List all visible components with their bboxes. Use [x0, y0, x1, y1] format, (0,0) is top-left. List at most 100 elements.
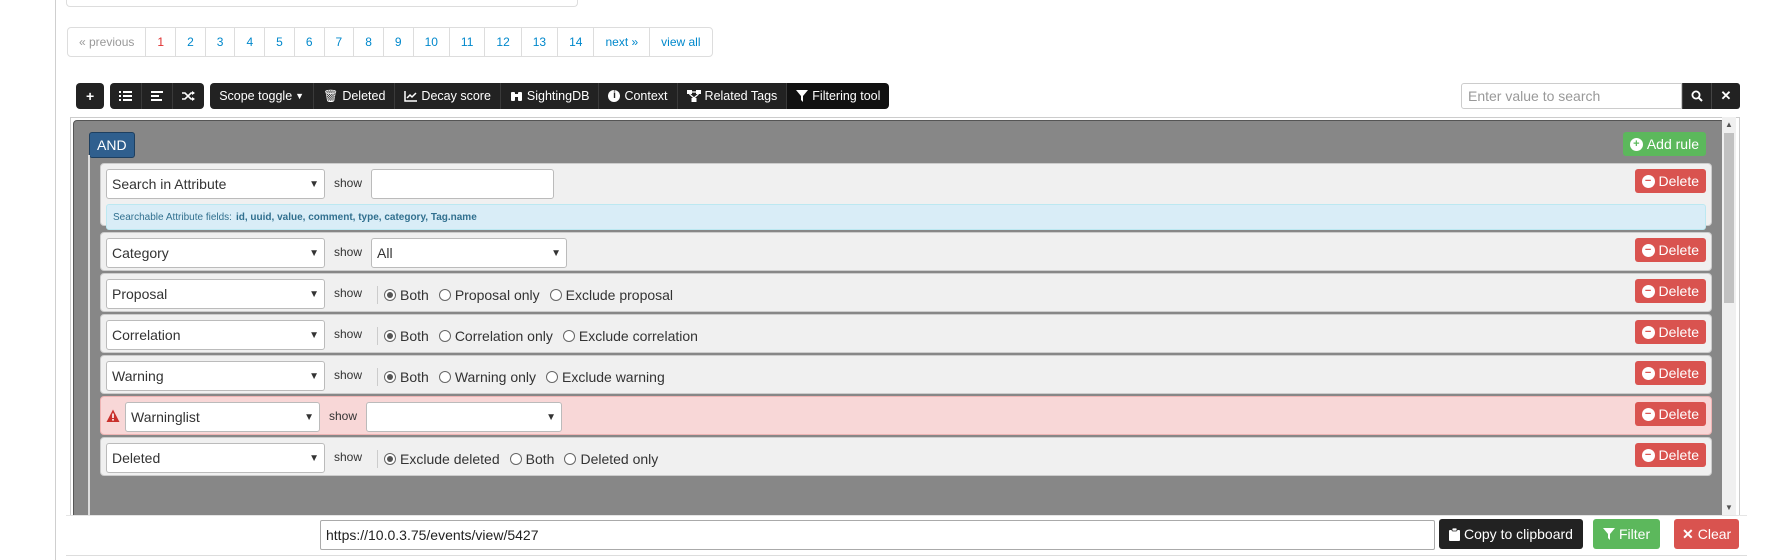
rule-value-input[interactable]	[371, 169, 554, 199]
minus-circle-icon: −	[1641, 174, 1655, 188]
pagination-page-7[interactable]: 7	[325, 28, 355, 56]
rule-field-select[interactable]: Proposal ▼	[106, 279, 325, 309]
clear-filter-button[interactable]: ✕ Clear	[1674, 519, 1740, 549]
rule-field-select[interactable]: Warninglist ▼	[125, 402, 320, 432]
rule-field-select[interactable]: Deleted ▼	[106, 443, 325, 473]
chevron-down-icon: ▼	[309, 288, 319, 300]
delete-rule-button[interactable]: − Delete	[1634, 169, 1706, 193]
pagination-page-4[interactable]: 4	[235, 28, 266, 56]
sitemap-icon	[686, 90, 701, 102]
pagination-page-3[interactable]: 3	[206, 28, 236, 56]
panel-scrollbar[interactable]: ▲ ▼	[1722, 117, 1736, 515]
rule-proposal: Proposal ▼ show Both Proposal only Exclud…	[100, 273, 1712, 312]
rule-field-select[interactable]: Correlation ▼	[106, 320, 325, 350]
radio-exclude-proposal[interactable]: Exclude proposal	[549, 287, 673, 303]
pagination-page-5[interactable]: 5	[265, 28, 295, 56]
filtering-tool-button[interactable]: Filtering tool	[787, 83, 890, 109]
radio-deleted-both[interactable]: Both	[509, 451, 554, 467]
rule-correlation: Correlation ▼ show Both Correlation only …	[100, 314, 1712, 353]
radio-checked-icon	[384, 289, 396, 301]
category-value-select[interactable]: All ▼	[371, 238, 567, 268]
scope-toggle-button[interactable]: Scope toggle ▼	[210, 83, 315, 109]
plus-circle-icon: +	[1629, 137, 1643, 151]
decay-score-button[interactable]: Decay score	[395, 83, 501, 109]
pagination-page-2[interactable]: 2	[176, 28, 206, 56]
apply-filter-button[interactable]: Filter	[1593, 519, 1661, 549]
pagination-page-11[interactable]: 11	[450, 28, 486, 56]
attribute-search: ✕	[1461, 83, 1740, 109]
proposal-radio-group: Both Proposal only Exclude proposal	[377, 286, 683, 304]
clear-search-button[interactable]: ✕	[1711, 83, 1740, 109]
delete-rule-button[interactable]: − Delete	[1634, 238, 1706, 262]
rule-warning: Warning ▼ show Both Warning only Exclude …	[100, 355, 1712, 394]
shuffle-button[interactable]	[173, 83, 205, 109]
view-group	[110, 83, 205, 109]
caret-down-icon: ▼	[295, 91, 305, 101]
pagination-page-13[interactable]: 13	[522, 28, 559, 56]
scrollbar-thumb[interactable]	[1724, 133, 1734, 303]
radio-correlation-only[interactable]: Correlation only	[438, 328, 553, 344]
copy-to-clipboard-button[interactable]: Copy to clipboard	[1439, 519, 1583, 549]
pagination: « previous 1 2 3 4 5 6 7 8 9 10 11 12 13…	[67, 27, 713, 57]
radio-exclude-deleted[interactable]: Exclude deleted	[384, 451, 500, 467]
rules-group: AND + Add rule Search in Attribute ▼ show …	[73, 120, 1725, 515]
plus-icon: +	[86, 88, 95, 104]
deleted-radio-group: Exclude deleted Both Deleted only	[377, 450, 668, 468]
chevron-down-icon: ▼	[309, 247, 319, 259]
pagination-page-14[interactable]: 14	[558, 28, 595, 56]
radio-unchecked-icon	[438, 289, 451, 301]
delete-rule-button[interactable]: − Delete	[1634, 443, 1706, 467]
scroll-up-icon[interactable]: ▲	[1722, 120, 1736, 129]
search-input[interactable]	[1461, 83, 1682, 109]
delete-rule-button[interactable]: − Delete	[1634, 361, 1706, 385]
rule-warninglist: Warninglist ▼ show ▼ − Delete	[100, 396, 1712, 435]
radio-proposal-only[interactable]: Proposal only	[438, 287, 540, 303]
pagination-page-6[interactable]: 6	[295, 28, 325, 56]
context-button[interactable]: i Context	[599, 83, 678, 109]
pagination-next[interactable]: next »	[594, 28, 651, 56]
rule-field-select[interactable]: Search in Attribute ▼	[106, 169, 325, 199]
radio-correlation-both[interactable]: Both	[384, 328, 429, 344]
chevron-down-icon: ▼	[309, 452, 319, 464]
add-rule-button[interactable]: + Add rule	[1622, 132, 1706, 156]
rule-field-select[interactable]: Warning ▼	[106, 361, 325, 391]
delete-rule-button[interactable]: − Delete	[1634, 402, 1706, 426]
filter-icon	[1603, 528, 1615, 540]
warning-icon	[106, 409, 120, 422]
filter-url-field[interactable]	[320, 520, 1435, 550]
radio-warning-both[interactable]: Both	[384, 369, 429, 385]
pagination-page-8[interactable]: 8	[354, 28, 384, 56]
radio-proposal-both[interactable]: Both	[384, 287, 429, 303]
rule-operator: show	[334, 450, 363, 464]
rule-field-select[interactable]: Category ▼	[106, 238, 325, 268]
align-view-button[interactable]	[142, 83, 174, 109]
delete-rule-button[interactable]: − Delete	[1634, 279, 1706, 303]
pagination-page-1[interactable]: 1	[146, 28, 177, 56]
radio-unchecked-icon	[562, 330, 575, 342]
pagination-page-9[interactable]: 9	[384, 28, 414, 56]
radio-warning-only[interactable]: Warning only	[438, 369, 536, 385]
pagination-view-all[interactable]: view all	[650, 28, 711, 56]
search-button[interactable]	[1682, 83, 1711, 109]
pagination-previous: « previous	[68, 28, 147, 56]
radio-exclude-warning[interactable]: Exclude warning	[546, 369, 665, 385]
delete-rule-button[interactable]: − Delete	[1634, 320, 1706, 344]
sightingdb-button[interactable]: SightingDB	[500, 83, 600, 109]
deleted-toggle-button[interactable]: 🗑 Deleted	[314, 83, 396, 109]
rule-operator: show	[329, 409, 358, 423]
radio-checked-icon	[384, 330, 396, 342]
radio-exclude-correlation[interactable]: Exclude correlation	[562, 328, 698, 344]
related-tags-button[interactable]: Related Tags	[677, 83, 788, 109]
add-group: +	[76, 83, 105, 109]
warninglist-value-select[interactable]: ▼	[366, 402, 562, 432]
add-attribute-button[interactable]: +	[76, 83, 105, 109]
pagination-page-12[interactable]: 12	[485, 28, 522, 56]
filter-options-group: Scope toggle ▼ 🗑 Deleted Decay score Sight…	[210, 83, 890, 109]
pagination-page-10[interactable]: 10	[414, 28, 450, 56]
info-circle-icon: i	[608, 90, 621, 102]
scroll-down-icon[interactable]: ▼	[1722, 503, 1736, 512]
list-view-button[interactable]	[110, 83, 143, 109]
radio-deleted-only[interactable]: Deleted only	[564, 451, 658, 467]
trash-icon: 🗑	[323, 89, 339, 103]
rule-operator: show	[334, 176, 363, 190]
